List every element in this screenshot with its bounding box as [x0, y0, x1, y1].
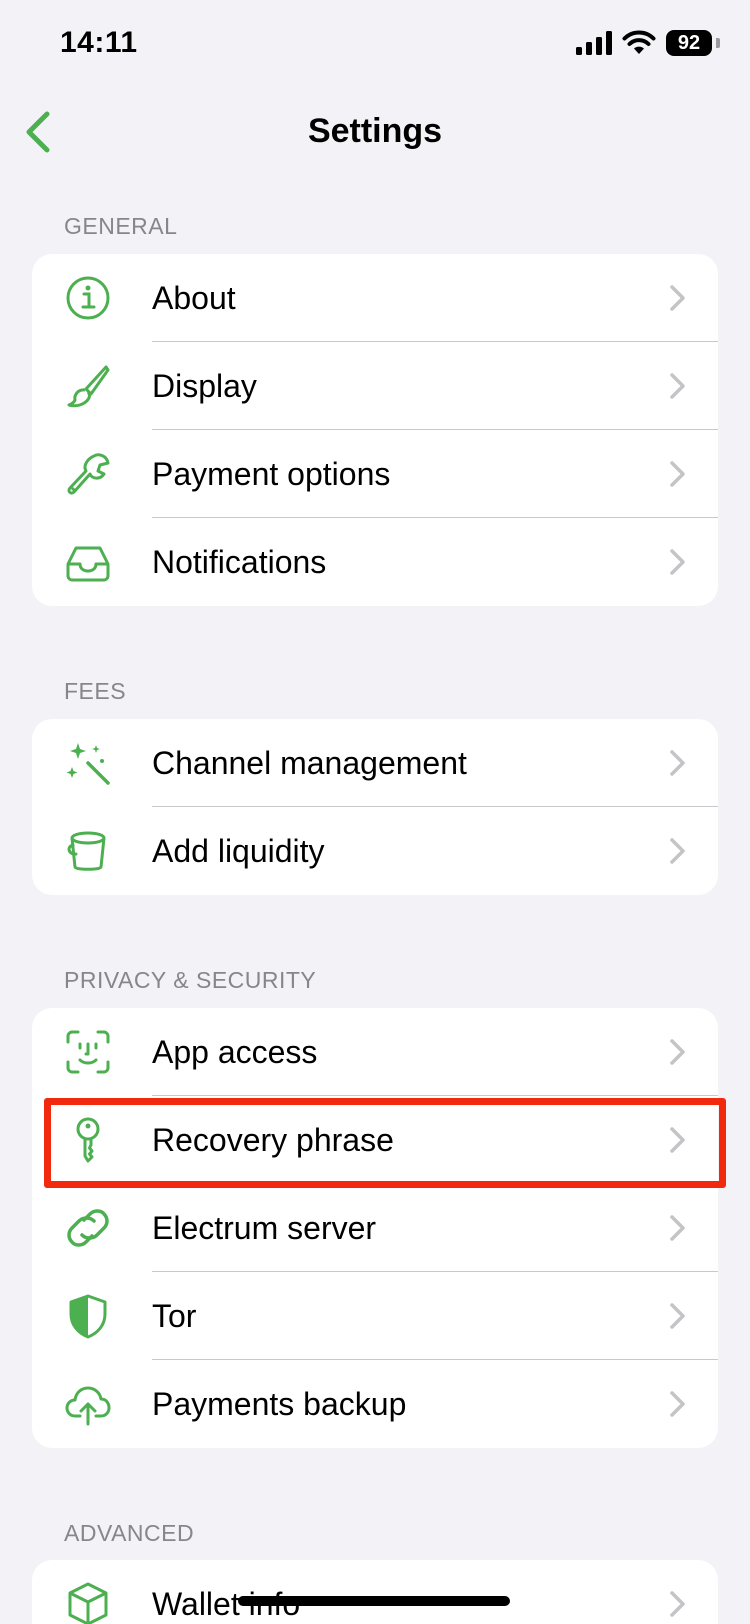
status-icons: 92 — [576, 30, 720, 56]
row-label: Notifications — [152, 544, 327, 580]
cellular-signal-icon — [576, 31, 612, 55]
section-header-advanced: ADVANCED — [64, 1520, 195, 1546]
settings-row-recovery-phrase[interactable]: Recovery phrase — [32, 1096, 718, 1184]
settings-row-tor[interactable]: Tor — [32, 1272, 718, 1360]
settings-row-payments-backup[interactable]: Payments backup — [32, 1360, 718, 1448]
row-label: Channel management — [152, 745, 467, 781]
battery-level: 92 — [677, 31, 701, 54]
chevron-right-icon — [670, 1303, 685, 1329]
chevron-right-icon — [670, 1215, 685, 1241]
settings-row-payment-options[interactable]: Payment options — [32, 430, 718, 518]
battery-icon: 92 — [666, 30, 712, 56]
page-title: Settings — [307, 112, 443, 150]
chevron-right-icon — [670, 373, 685, 399]
status-time: 14:11 — [60, 26, 138, 59]
settings-row-app-access[interactable]: App access — [32, 1008, 718, 1096]
section-header-privacy-security: PRIVACY & SECURITY — [64, 967, 317, 993]
group-privacy-security: App access Recovery phrase Electrum serv… — [32, 1008, 718, 1448]
settings-row-electrum-server[interactable]: Electrum server — [32, 1184, 718, 1272]
home-indicator — [238, 1596, 510, 1606]
row-label: Payment options — [152, 456, 391, 492]
cube-icon — [64, 1580, 112, 1624]
chevron-right-icon — [670, 549, 685, 575]
row-label: Add liquidity — [152, 833, 325, 869]
face-id-icon — [64, 1028, 112, 1076]
navigation-bar: Settings — [0, 92, 750, 172]
row-label: Tor — [152, 1298, 197, 1334]
chevron-right-icon — [670, 1127, 685, 1153]
settings-row-wallet-info[interactable]: Wallet info — [32, 1560, 718, 1624]
wifi-icon — [622, 30, 656, 54]
settings-row-about[interactable]: About — [32, 254, 718, 342]
chevron-right-icon — [670, 1591, 685, 1617]
chevron-right-icon — [670, 1039, 685, 1065]
row-label: Electrum server — [152, 1210, 377, 1246]
magic-wand-icon — [64, 739, 112, 787]
section-header-general: GENERAL — [64, 213, 178, 239]
chevron-right-icon — [670, 1391, 685, 1417]
chevron-right-icon — [670, 285, 685, 311]
section-header-fees: FEES — [64, 678, 127, 704]
tray-icon — [64, 538, 112, 586]
paintbrush-icon — [64, 362, 112, 410]
status-bar: 14:11 92 — [0, 0, 750, 92]
settings-screen: 14:11 92 Settings GENERAL About Display … — [0, 0, 750, 1624]
battery-tip — [716, 38, 720, 48]
key-icon — [64, 1116, 112, 1164]
group-advanced: Wallet info — [32, 1560, 718, 1624]
cloud-upload-icon — [64, 1380, 112, 1428]
settings-row-display[interactable]: Display — [32, 342, 718, 430]
row-label: Payments backup — [152, 1386, 407, 1422]
row-label: Display — [152, 368, 257, 404]
link-icon — [64, 1204, 112, 1252]
info-icon — [64, 274, 112, 322]
settings-row-add-liquidity[interactable]: Add liquidity — [32, 807, 718, 895]
chevron-right-icon — [670, 750, 685, 776]
row-label: App access — [152, 1034, 318, 1070]
row-label: About — [152, 280, 236, 316]
settings-row-channel-management[interactable]: Channel management — [32, 719, 718, 807]
shield-icon — [64, 1292, 112, 1340]
chevron-right-icon — [670, 461, 685, 487]
settings-row-notifications[interactable]: Notifications — [32, 518, 718, 606]
chevron-right-icon — [670, 838, 685, 864]
wrench-icon — [64, 450, 112, 498]
bucket-icon — [64, 827, 112, 875]
group-general: About Display Payment options Notificati… — [32, 254, 718, 606]
row-label: Recovery phrase — [152, 1122, 394, 1158]
group-fees: Channel management Add liquidity — [32, 719, 718, 895]
